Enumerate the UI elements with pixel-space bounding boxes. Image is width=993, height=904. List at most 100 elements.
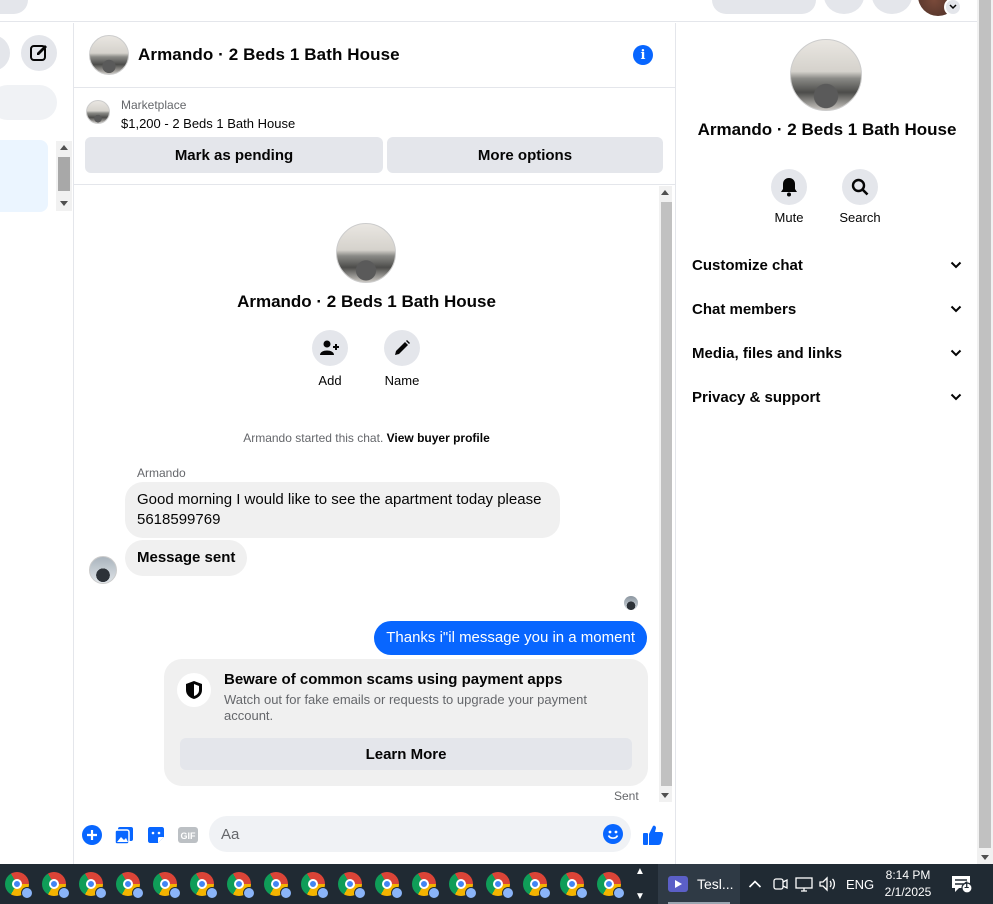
volume-icon[interactable] (818, 864, 836, 904)
mute-label: Mute (774, 210, 804, 225)
message-input[interactable] (209, 816, 631, 852)
name-chat-button[interactable]: Name (377, 330, 427, 388)
profile-badge-icon (576, 887, 588, 899)
account-menu-chevron-icon[interactable] (944, 0, 962, 16)
marketplace-nav-icon[interactable] (214, 0, 236, 6)
scroll-down-arrow-icon[interactable] (661, 793, 669, 798)
more-options-button[interactable]: More options (387, 137, 663, 173)
like-thumbs-up-icon[interactable] (642, 824, 664, 846)
search-box-fragment[interactable] (0, 0, 28, 14)
network-icon[interactable] (795, 864, 813, 904)
intro-avatar[interactable] (336, 223, 396, 283)
search-messenger-input[interactable] (0, 85, 57, 120)
active-chat-item[interactable] (0, 140, 48, 212)
chrome-icon[interactable] (338, 872, 366, 899)
chat-started-notice: Armando started this chat. View buyer pr… (74, 431, 659, 445)
chrome-icon[interactable] (486, 872, 514, 899)
chevron-up-icon[interactable]: ▲ (635, 866, 645, 877)
gaming-nav-icon[interactable] (453, 0, 475, 6)
incoming-message[interactable]: Message sent (125, 540, 248, 576)
page-scrollbar[interactable] (977, 0, 993, 864)
notification-center-button[interactable]: 1 (951, 864, 973, 904)
profile-badge-icon (21, 887, 33, 899)
chrome-icon[interactable] (190, 872, 218, 899)
more-actions-icon[interactable] (81, 824, 103, 846)
groups-nav-icon[interactable] (334, 0, 356, 6)
profile-badge-icon (465, 887, 477, 899)
profile-badge-icon (280, 887, 292, 899)
learn-more-button[interactable]: Learn More (180, 738, 632, 770)
menu-button[interactable] (824, 0, 864, 14)
chats-sidebar (0, 23, 72, 864)
info-icon[interactable]: i (633, 45, 653, 65)
media-files-links-section[interactable]: Media, files and links (692, 333, 962, 373)
chrome-icon[interactable] (449, 872, 477, 899)
conversation-title[interactable]: Armando · 2 Beds 1 Bath House (138, 45, 400, 65)
taskbar-overflow-arrows[interactable]: ▲ ▼ (633, 866, 647, 902)
scam-warning-title: Beware of common scams using payment app… (224, 671, 563, 688)
chrome-icon[interactable] (227, 872, 255, 899)
conversation-header: Armando · 2 Beds 1 Bath House i (74, 23, 675, 88)
mute-button[interactable]: Mute (759, 169, 819, 225)
options-button[interactable] (0, 35, 10, 71)
chrome-icon[interactable] (5, 872, 33, 899)
details-avatar[interactable] (790, 39, 862, 111)
meeting-icon[interactable] (772, 864, 788, 904)
chrome-icon[interactable] (264, 872, 292, 899)
listing-title[interactable]: $1,200 - 2 Beds 1 Bath House (121, 116, 295, 131)
chrome-icon[interactable] (42, 872, 70, 899)
profile-badge-icon (539, 887, 551, 899)
sidebar-scrollbar[interactable] (56, 141, 72, 211)
chrome-icon[interactable] (412, 872, 440, 899)
conversation-details-panel: Armando · 2 Beds 1 Bath House Mute Searc… (677, 23, 977, 864)
marketplace-label: Marketplace (121, 98, 187, 112)
attach-photo-icon[interactable] (113, 824, 135, 846)
profile-badge-icon (243, 887, 255, 899)
messenger-button[interactable] (872, 0, 912, 14)
customize-chat-section[interactable]: Customize chat (692, 245, 962, 285)
scroll-up-arrow-icon[interactable] (661, 190, 669, 195)
listing-thumbnail[interactable] (86, 100, 110, 124)
conversation-avatar[interactable] (89, 35, 129, 75)
chrome-icon[interactable] (560, 872, 588, 899)
new-message-button[interactable] (21, 35, 57, 71)
page-scroll-down-arrow-icon[interactable] (981, 855, 989, 860)
chrome-icon[interactable] (301, 872, 329, 899)
incoming-message[interactable]: Good morning I would like to see the apa… (125, 482, 560, 538)
taskbar-app-button[interactable]: Tesl... (658, 864, 740, 904)
messages-scrollbar[interactable] (659, 186, 672, 802)
add-people-button[interactable]: Add (305, 330, 355, 388)
messages-scroll-thumb[interactable] (661, 202, 672, 786)
chrome-icon[interactable] (79, 872, 107, 899)
profile-badge-icon (95, 887, 107, 899)
privacy-support-section[interactable]: Privacy & support (692, 377, 962, 417)
chrome-icon[interactable] (375, 872, 403, 899)
outgoing-message[interactable]: Thanks i"il message you in a moment (374, 621, 647, 655)
sender-name: Armando (137, 466, 186, 480)
compose-icon (30, 45, 47, 61)
intro-name: Armando · 2 Beds 1 Bath House (237, 292, 496, 311)
profile-badge-icon (132, 887, 144, 899)
details-name: Armando · 2 Beds 1 Bath House (697, 120, 957, 139)
show-hidden-icons-button[interactable] (748, 864, 762, 904)
message-status: Sent (614, 789, 639, 803)
page-scroll-thumb[interactable] (979, 0, 991, 848)
sticker-icon[interactable] (145, 824, 167, 846)
search-label: Search (839, 210, 881, 225)
view-buyer-profile-link[interactable]: View buyer profile (387, 431, 490, 445)
search-in-conversation-button[interactable]: Search (830, 169, 890, 225)
chrome-icon[interactable] (523, 872, 551, 899)
gif-icon[interactable]: GIF (177, 824, 199, 846)
chevron-down-icon[interactable]: ▼ (635, 891, 645, 902)
chat-members-section[interactable]: Chat members (692, 289, 962, 329)
mark-as-pending-button[interactable]: Mark as pending (85, 137, 383, 173)
language-indicator[interactable]: ENG (846, 864, 874, 904)
taskbar-clock[interactable]: 8:14 PM 2/1/2025 (876, 867, 940, 901)
emoji-icon[interactable] (603, 824, 623, 844)
find-friends-button[interactable] (712, 0, 816, 14)
clock-time: 8:14 PM (885, 868, 931, 882)
chrome-icon[interactable] (597, 872, 625, 899)
sender-avatar[interactable] (89, 556, 117, 584)
chrome-icon[interactable] (116, 872, 144, 899)
chrome-icon[interactable] (153, 872, 181, 899)
